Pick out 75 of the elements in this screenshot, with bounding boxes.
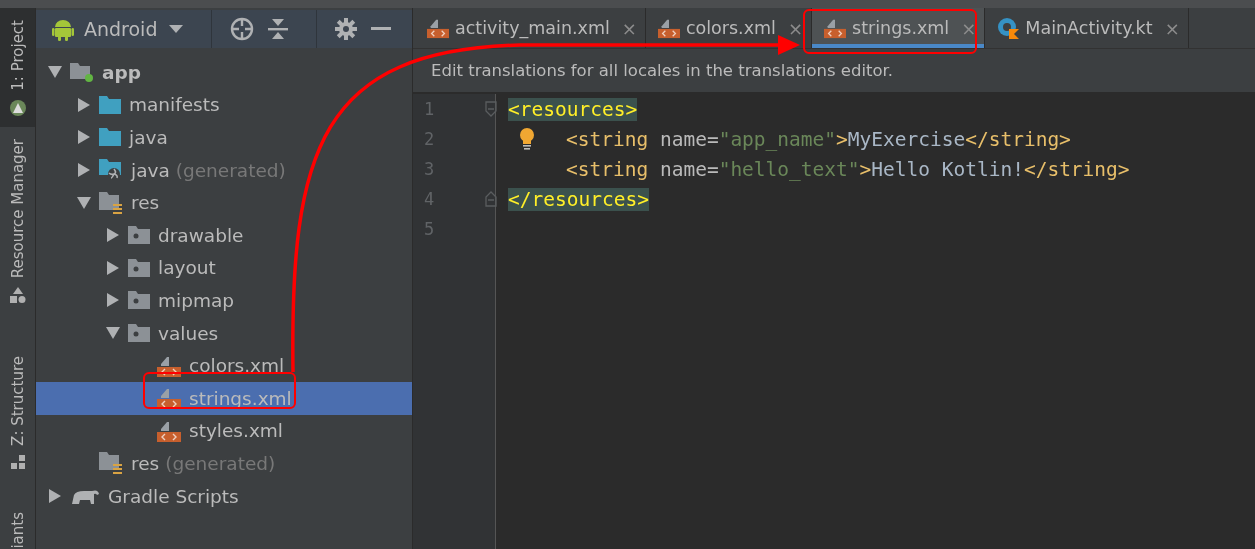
tool-window-tab[interactable]: Resource Manager — [0, 126, 35, 314]
editor-tab[interactable]: strings.xml × — [812, 8, 986, 48]
collapsed-arrow-icon[interactable] — [77, 97, 91, 112]
package-folder-icon — [128, 258, 150, 277]
xml-file-icon — [657, 17, 680, 39]
tree-item-label: layout — [158, 257, 216, 279]
close-tab-button[interactable]: × — [621, 17, 637, 39]
caret-icon[interactable] — [169, 25, 184, 33]
tree-item-label: res — [131, 192, 160, 214]
tree-item-label: Gradle Scripts — [108, 485, 239, 507]
tree-item[interactable]: res (generated) — [36, 447, 412, 480]
tree-item-label: res — [131, 452, 160, 474]
code-line: <string name="app_name">MyExercise</string> — [566, 127, 1071, 151]
tree-item-label: drawable — [158, 224, 244, 246]
expanded-arrow-icon[interactable] — [77, 196, 91, 209]
tree-item[interactable]: colors.xml — [36, 349, 412, 382]
tree-item[interactable]: layout — [36, 251, 412, 285]
settings-icon[interactable] — [335, 18, 358, 40]
collapsed-arrow-icon[interactable] — [106, 293, 120, 308]
code-line: <string name="hello_text">Hello Kotlin!</string> — [566, 157, 1130, 181]
notice-banner: Edit translations for all locales in the translations editor. — [413, 48, 1255, 93]
resource-folder-icon — [99, 452, 123, 475]
tree-item[interactable]: values — [36, 316, 412, 350]
tree-item-label: values — [158, 322, 219, 344]
package-folder-icon — [128, 226, 150, 245]
generated-folder-icon — [99, 159, 123, 182]
resource-folder-icon — [99, 191, 123, 214]
xml-file-icon — [427, 17, 449, 39]
tool-window-tab[interactable]: 1: Project — [0, 8, 35, 127]
view-selector[interactable]: Android — [84, 18, 158, 40]
tree-item-label: java — [131, 159, 170, 181]
tree-item-label: mipmap — [158, 289, 234, 311]
collapsed-arrow-icon[interactable] — [77, 130, 91, 145]
tree-item-label: app — [102, 61, 141, 83]
tree-item[interactable]: manifests — [36, 88, 412, 122]
tree-item-note: (generated) — [165, 452, 276, 474]
tree-item[interactable]: java — [36, 121, 412, 154]
package-folder-icon — [128, 324, 150, 343]
tree-item[interactable]: java (generated) — [36, 153, 412, 187]
module-folder-icon — [70, 61, 94, 84]
tree-item-label: styles.xml — [189, 420, 283, 442]
tree-item-label: colors.xml — [189, 355, 285, 377]
structure-icon — [9, 453, 26, 470]
tree-item[interactable]: mipmap — [36, 284, 412, 317]
tool-window-tab[interactable]: Z: Structure — [0, 344, 35, 480]
close-tab-button[interactable]: × — [787, 17, 804, 39]
collapse-icon[interactable] — [268, 18, 289, 40]
collapsed-arrow-icon[interactable] — [106, 228, 120, 243]
close-tab-button[interactable]: × — [1164, 17, 1180, 39]
expanded-arrow-icon[interactable] — [48, 66, 62, 79]
package-folder-icon — [128, 291, 150, 310]
folder-icon — [99, 128, 121, 147]
folder-icon — [99, 95, 121, 114]
lightbulb-icon[interactable] — [519, 128, 535, 150]
tree-item-label: strings.xml — [189, 387, 292, 409]
tree-item-label: java — [129, 127, 168, 148]
tree-item[interactable]: res — [36, 186, 412, 219]
expanded-arrow-icon[interactable] — [106, 327, 120, 340]
fold-marker-icon[interactable] — [485, 191, 497, 207]
kotlin-class-icon — [997, 17, 1020, 39]
tree-item[interactable]: drawable — [36, 218, 412, 252]
fold-marker-icon[interactable] — [485, 101, 497, 117]
tree-item[interactable]: styles.xml — [36, 414, 412, 448]
target-icon[interactable] — [230, 17, 255, 41]
tree-item[interactable]: Gradle Scripts — [36, 479, 412, 513]
collapsed-arrow-icon[interactable] — [48, 489, 62, 503]
tree-item[interactable]: app — [36, 56, 412, 89]
minimize-icon[interactable] — [371, 27, 392, 31]
collapsed-arrow-icon[interactable] — [106, 260, 120, 275]
xml-file-icon — [824, 17, 847, 39]
collapsed-arrow-icon[interactable] — [77, 163, 91, 178]
tool-window-tab[interactable]: iants — [0, 500, 35, 549]
tree-item-label: manifests — [129, 94, 220, 116]
shapes-icon — [8, 286, 27, 304]
tree-item-note: (generated) — [175, 159, 286, 181]
